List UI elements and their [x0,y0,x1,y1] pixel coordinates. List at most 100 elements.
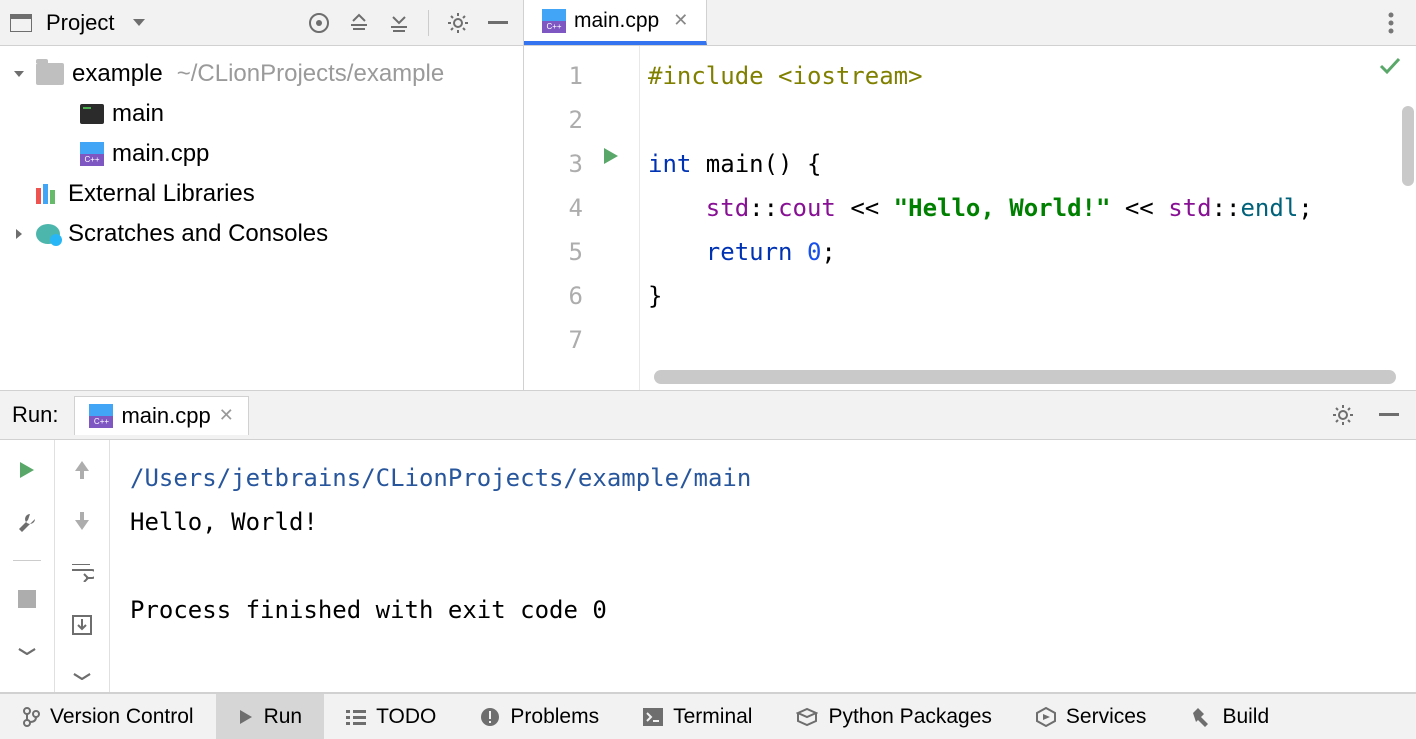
statusbar-services[interactable]: Services [1014,694,1169,739]
project-dropdown-icon[interactable] [124,8,154,38]
tree-external-libraries[interactable]: External Libraries [0,174,523,214]
statusbar-label: Version Control [50,705,194,729]
tree-root-label: example [72,60,163,88]
play-icon [238,708,254,726]
cpp-file-icon [89,404,113,428]
tree-root-example[interactable]: example ~/CLionProjects/example [0,54,523,94]
code-token: } [648,282,662,310]
project-tree: example ~/CLionProjects/example main mai… [0,46,523,390]
list-icon [346,709,366,725]
gutter: 1 2 3 4 5 6 7 [524,46,640,390]
separator [13,560,41,561]
branch-icon [22,707,40,727]
code-token: std [1168,194,1211,222]
hide-run-panel-icon[interactable] [1374,400,1404,430]
run-tab-label: main.cpp [121,403,210,429]
console-path: /Users/jetbrains/CLionProjects/example/m… [130,456,1396,500]
line-number: 5 [524,230,639,274]
up-arrow-icon[interactable] [66,454,98,486]
tree-item-label: Scratches and Consoles [68,220,328,248]
code-token: ; [1298,194,1312,222]
project-sidebar-header: Project [0,0,523,46]
hide-sidebar-icon[interactable] [483,8,513,38]
down-arrow-icon[interactable] [66,506,98,538]
run-controls-col2 [55,440,110,692]
console-output: Hello, World! [130,500,1396,544]
scratches-icon [36,224,60,244]
statusbar-label: Terminal [673,705,752,729]
statusbar-version-control[interactable]: Version Control [0,694,216,739]
inspection-ok-icon[interactable] [1378,56,1402,76]
statusbar-run[interactable]: Run [216,694,325,739]
collapse-all-icon[interactable] [384,8,414,38]
tree-item-main-exec[interactable]: main [0,94,523,134]
scroll-to-end-icon[interactable] [66,609,98,641]
project-title: Project [46,10,114,36]
services-icon [1036,707,1056,727]
statusbar-python-packages[interactable]: Python Packages [774,694,1013,739]
run-settings-icon[interactable] [1328,400,1358,430]
statusbar-label: Python Packages [828,705,991,729]
tree-item-label: main.cpp [112,140,209,168]
expand-all-icon[interactable] [344,8,374,38]
tree-item-label: main [112,100,164,128]
run-controls-col1 [0,440,55,692]
soft-wrap-icon[interactable] [66,557,98,589]
more-icon[interactable] [11,635,43,667]
cpp-file-icon [542,9,566,33]
statusbar: Version Control Run TODO Problems Termin… [0,693,1416,739]
run-line-icon[interactable] [602,146,620,166]
code-token: std [648,194,749,222]
line-number: 2 [524,98,639,142]
editor-tab-label: main.cpp [574,9,659,33]
statusbar-label: Problems [510,705,599,729]
editor-more-icon[interactable] [1366,0,1416,45]
line-number: 6 [524,274,639,318]
terminal-icon [643,708,663,726]
rerun-icon[interactable] [11,454,43,486]
executable-icon [80,104,104,124]
statusbar-label: Services [1066,705,1147,729]
code-token: #include [648,62,778,90]
statusbar-build[interactable]: Build [1168,694,1291,739]
code-token: :: [749,194,778,222]
tree-item-label: External Libraries [68,180,255,208]
line-number: 3 [524,142,639,186]
horizontal-scrollbar[interactable] [654,370,1396,384]
code-token: cout [778,194,850,222]
packages-icon [796,707,818,727]
line-number: 4 [524,186,639,230]
code-token: << [1125,194,1168,222]
run-panel-header: Run: main.cpp ✕ [0,390,1416,440]
statusbar-terminal[interactable]: Terminal [621,694,774,739]
code-token: main [706,150,764,178]
code-token: "Hello, World!" [894,194,1125,222]
close-run-tab-icon[interactable]: ✕ [219,405,234,426]
statusbar-todo[interactable]: TODO [324,694,458,739]
editor-area: main.cpp ✕ 1 2 3 4 5 6 7 #include <io [524,0,1416,390]
statusbar-problems[interactable]: Problems [458,694,621,739]
tree-scratches[interactable]: Scratches and Consoles [0,214,523,254]
vertical-scrollbar[interactable] [1402,106,1414,186]
libraries-icon [36,184,60,204]
code-token: () { [764,150,822,178]
code-content[interactable]: #include <iostream> int main() { std::co… [640,46,1416,390]
wrench-icon[interactable] [11,506,43,538]
editor-tabs: main.cpp ✕ [524,0,1416,46]
select-opened-file-icon[interactable] [304,8,334,38]
project-window-icon [10,14,32,32]
run-panel-body: /Users/jetbrains/CLionProjects/example/m… [0,440,1416,693]
more-icon[interactable] [66,660,98,692]
settings-icon[interactable] [443,8,473,38]
code-token: ; [821,238,835,266]
run-panel-tab[interactable]: main.cpp ✕ [74,396,248,435]
code-editor[interactable]: 1 2 3 4 5 6 7 #include <iostream> int ma… [524,46,1416,390]
hammer-icon [1190,707,1212,727]
tree-item-main-cpp[interactable]: main.cpp [0,134,523,174]
stop-icon[interactable] [11,583,43,615]
run-console[interactable]: /Users/jetbrains/CLionProjects/example/m… [110,440,1416,692]
close-tab-icon[interactable]: ✕ [673,10,688,31]
project-sidebar: Project [0,0,524,390]
editor-tab-main-cpp[interactable]: main.cpp ✕ [524,0,707,45]
warning-icon [480,707,500,727]
